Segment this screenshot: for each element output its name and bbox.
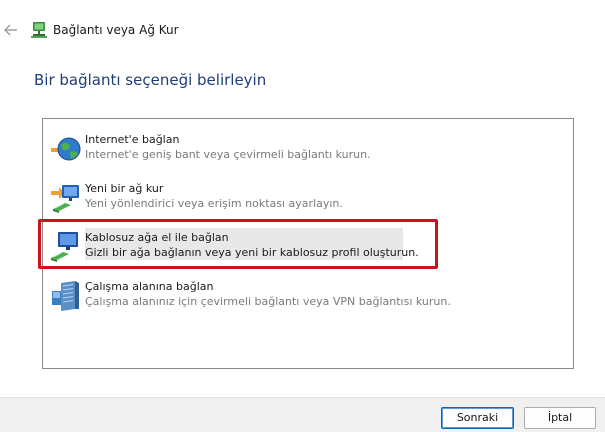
workplace-server-icon [52,281,79,311]
footer-bar: Sonraki İptal [0,397,605,432]
option-connect-internet[interactable]: Internet'e bağlan Internet'e geniş bant … [46,130,406,166]
option-title: Çalışma alanına bağlan [85,280,214,293]
connection-options-list: Internet'e bağlan Internet'e geniş bant … [42,118,574,369]
window-title: Bağlantı veya Ağ Kur [53,23,179,37]
back-arrow-icon[interactable] [3,22,19,38]
globe-network-icon [51,137,81,161]
option-workplace[interactable]: Çalışma alanına bağlan Çalışma alanınız … [46,277,451,313]
minimize-icon[interactable] [488,0,502,4]
option-description: Çalışma alanınız için çevirmeli bağlantı… [85,295,451,308]
option-description: Yeni yönlendirici veya erişim noktası ay… [85,197,343,210]
option-title: Kablosuz ağa el ile bağlan [85,231,229,244]
option-title: Yeni bir ağ kur [85,182,164,195]
close-icon[interactable] [578,0,592,4]
cancel-button[interactable]: İptal [524,407,596,429]
title-bar: Bağlantı veya Ağ Kur [0,0,605,58]
network-setup-icon [31,22,47,38]
option-new-network[interactable]: Yeni bir ağ kur Yeni yönlendirici veya e… [46,179,406,215]
option-description: Internet'e geniş bant veya çevirmeli bağ… [85,148,371,161]
maximize-icon[interactable] [533,0,547,4]
router-setup-icon [51,185,79,213]
option-manual-wireless[interactable]: Kablosuz ağa el ile bağlan Gizli bir ağa… [46,228,419,264]
option-title: Internet'e bağlan [85,133,180,146]
wireless-monitor-icon [51,232,78,262]
option-description: Gizli bir ağa bağlanın veya yeni bir kab… [85,246,419,259]
next-button[interactable]: Sonraki [441,407,514,429]
page-heading: Bir bağlantı seçeneği belirleyin [34,71,267,89]
